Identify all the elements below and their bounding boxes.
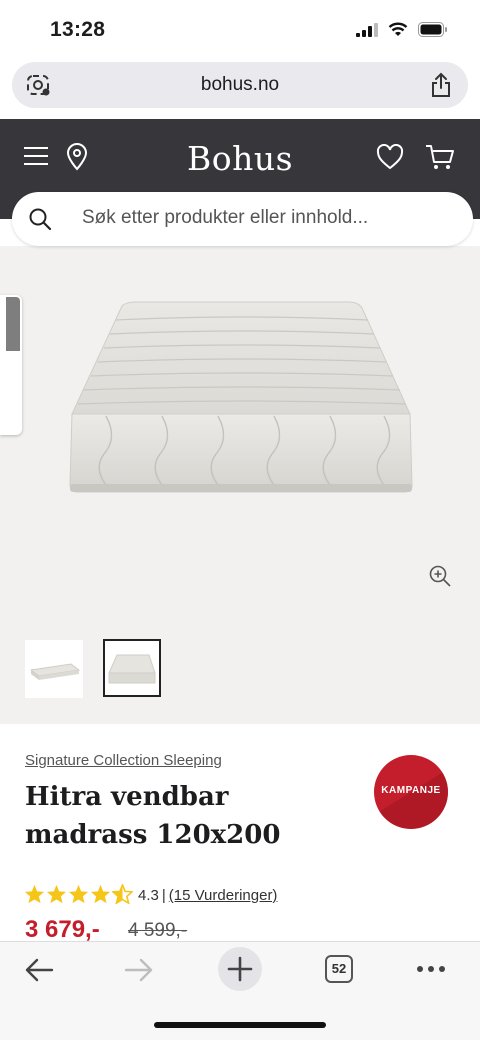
wifi-icon [388, 22, 408, 36]
status-bar: 13:28 [0, 0, 480, 62]
share-icon[interactable] [430, 72, 452, 98]
campaign-badge-text: KAMPANJE [381, 785, 441, 796]
new-tab-button[interactable] [218, 947, 262, 991]
search-bar[interactable]: Søk etter produkter eller innhold... [12, 192, 473, 246]
campaign-badge: KAMPANJE [374, 755, 448, 829]
zoom-in-icon[interactable] [428, 564, 452, 588]
url-text[interactable]: bohus.no [12, 74, 468, 96]
star-icon [68, 884, 89, 904]
side-drawer-tab[interactable] [0, 295, 22, 435]
home-indicator[interactable] [154, 1022, 326, 1028]
side-drawer-handle [6, 297, 20, 351]
current-price: 3 679,- [25, 916, 100, 943]
status-time: 13:28 [50, 18, 106, 41]
star-icon [90, 884, 111, 904]
rating-separator: | [161, 887, 166, 904]
battery-icon [418, 22, 447, 37]
arrow-left-icon[interactable] [24, 957, 54, 983]
brand-logo[interactable]: Bohus [0, 139, 480, 178]
search-icon[interactable] [28, 207, 52, 231]
heart-icon[interactable] [376, 144, 404, 170]
signal-icon [356, 22, 378, 37]
half-star-icon [112, 884, 133, 904]
rating-summary: 4.3 | (15 Vurderinger) [138, 887, 277, 904]
gallery-thumbnail[interactable] [25, 640, 83, 698]
arrow-right-icon[interactable] [124, 957, 154, 983]
thumbnail-image [108, 654, 156, 684]
search-input[interactable]: Søk etter produkter eller innhold... [82, 207, 368, 229]
old-price: 4 599,- [128, 920, 188, 941]
plus-icon [227, 956, 253, 982]
address-bar[interactable]: bohus.no [12, 62, 468, 108]
star-icon [24, 884, 45, 904]
more-dots-icon[interactable] [416, 965, 446, 973]
tabs-button[interactable]: 52 [325, 955, 353, 983]
status-icons [356, 22, 448, 37]
rating-stars [24, 884, 133, 904]
gallery-thumbnail[interactable] [103, 639, 161, 697]
product-image[interactable] [66, 298, 418, 498]
rating-value: 4.3 [138, 887, 159, 904]
cart-icon[interactable] [425, 143, 455, 171]
product-title: Hitra vendbar madrass 120x200 [25, 782, 281, 850]
reviews-link[interactable]: (15 Vurderinger) [169, 887, 278, 904]
product-brand-link[interactable]: Signature Collection Sleeping [25, 752, 222, 769]
thumbnail-image [29, 663, 81, 680]
star-icon [46, 884, 67, 904]
